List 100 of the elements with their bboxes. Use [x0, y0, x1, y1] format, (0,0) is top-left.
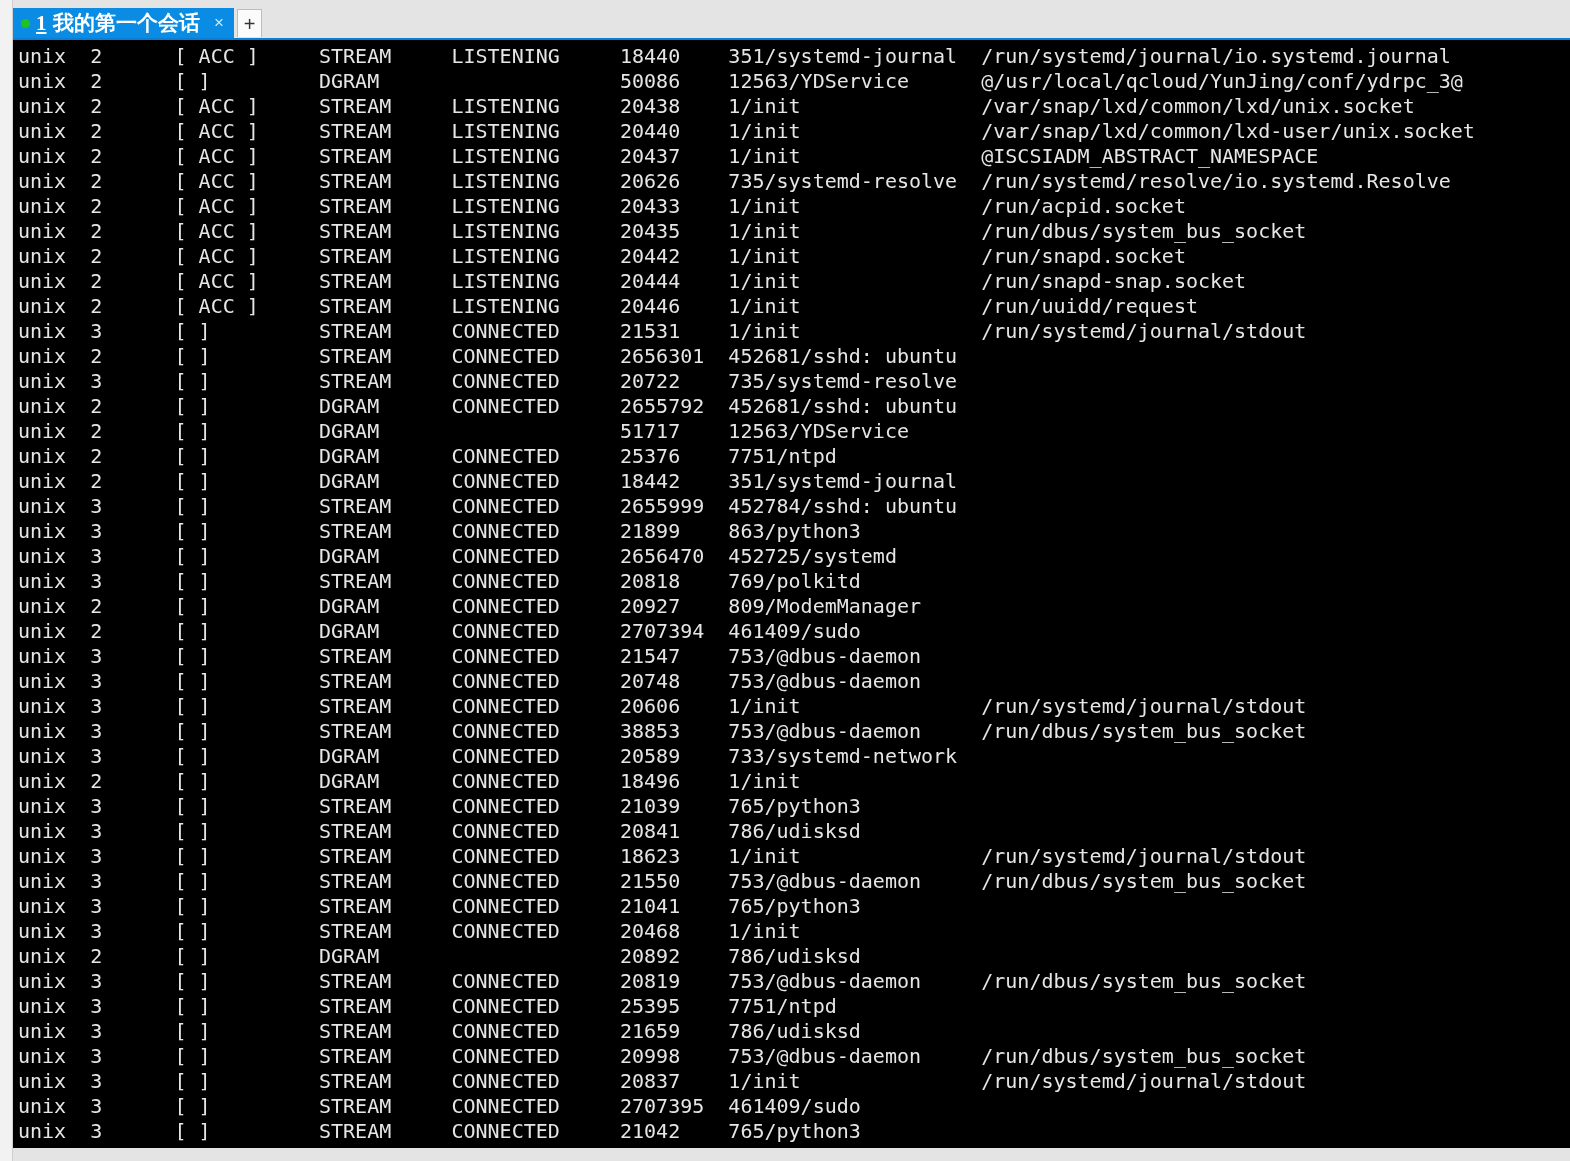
terminal-text: STREAM [319, 819, 393, 844]
terminal-text: 735/systemd-resolve [728, 369, 959, 394]
session-tab[interactable]: 1 我的第一个会话 × [13, 8, 234, 38]
terminal-text: CONNECTED [451, 1044, 561, 1069]
terminal-text: LISTENING [451, 269, 561, 294]
terminal-text: 18440 [620, 44, 682, 69]
terminal-text: 786/udisksd [728, 944, 862, 969]
terminal-text: unix [18, 219, 68, 244]
terminal-text: DGRAM [319, 944, 381, 969]
terminal-text: CONNECTED [451, 769, 561, 794]
terminal-text: 3 [90, 1019, 104, 1044]
terminal-text: 50086 [620, 69, 682, 94]
terminal-text: unix [18, 119, 68, 144]
terminal-text: LISTENING [451, 244, 561, 269]
terminal-text: 2 [90, 44, 104, 69]
terminal-text: 3 [90, 519, 104, 544]
terminal-text: [ ] [174, 594, 212, 619]
terminal-text: 21042 [620, 1119, 682, 1144]
terminal-text: 1/init [728, 244, 802, 269]
terminal-text: 452784/sshd: ubuntu [728, 494, 959, 519]
terminal-text: 863/python3 [728, 519, 862, 544]
terminal-text: LISTENING [451, 294, 561, 319]
terminal-text: [ ] [174, 644, 212, 669]
terminal-text: unix [18, 1019, 68, 1044]
terminal-text: 1/init [728, 1069, 802, 1094]
terminal-text: 20892 [620, 944, 682, 969]
terminal-text: 2 [90, 194, 104, 219]
terminal-text: 1/init [728, 844, 802, 869]
terminal-text: 20444 [620, 269, 682, 294]
terminal-text: unix [18, 569, 68, 594]
terminal-text: 12563/YDService [728, 69, 910, 94]
terminal-text: /run/dbus/system_bus_socket [981, 869, 1308, 894]
terminal-text: [ ACC ] [174, 244, 260, 269]
terminal-text: 2 [90, 94, 104, 119]
terminal-text: 20437 [620, 144, 682, 169]
terminal-text: 1/init [728, 769, 802, 794]
terminal-text: STREAM [319, 319, 393, 344]
terminal-text: 2 [90, 469, 104, 494]
terminal-text: 20626 [620, 169, 682, 194]
terminal-text: 20722 [620, 369, 682, 394]
terminal-text: unix [18, 44, 68, 69]
terminal-text: LISTENING [451, 169, 561, 194]
terminal-text: 2 [90, 119, 104, 144]
terminal-text: STREAM [319, 1094, 393, 1119]
terminal-text: STREAM [319, 519, 393, 544]
terminal-text: STREAM [319, 1119, 393, 1144]
terminal-text: [ ] [174, 919, 212, 944]
terminal-text: [ ] [174, 494, 212, 519]
terminal-text: CONNECTED [451, 1094, 561, 1119]
terminal-text: STREAM [319, 1044, 393, 1069]
terminal-text: STREAM [319, 969, 393, 994]
terminal-text: [ ACC ] [174, 294, 260, 319]
terminal-text: 18442 [620, 469, 682, 494]
terminal-text: CONNECTED [451, 919, 561, 944]
terminal-text: 7751/ntpd [728, 994, 838, 1019]
terminal-text: 1/init [728, 919, 802, 944]
terminal-text: [ ] [174, 569, 212, 594]
close-button[interactable]: × [212, 13, 226, 33]
terminal-text: [ ] [174, 969, 212, 994]
terminal-text: CONNECTED [451, 394, 561, 419]
terminal-text: 20927 [620, 594, 682, 619]
terminal-text: 351/systemd-journal [728, 44, 959, 69]
terminal-text: 20433 [620, 194, 682, 219]
terminal-text: CONNECTED [451, 694, 561, 719]
terminal-text: CONNECTED [451, 469, 561, 494]
terminal-text: unix [18, 394, 68, 419]
new-tab-button[interactable]: + [237, 9, 262, 37]
terminal-text: 786/udisksd [728, 1019, 862, 1044]
terminal-text: unix [18, 669, 68, 694]
terminal-text: [ ] [174, 869, 212, 894]
terminal-text: STREAM [319, 669, 393, 694]
terminal-text: 2 [90, 769, 104, 794]
terminal-text: unix [18, 194, 68, 219]
terminal-text: 765/python3 [728, 1119, 862, 1144]
terminal-text: [ ACC ] [174, 269, 260, 294]
terminal-text: STREAM [319, 894, 393, 919]
terminal-text: CONNECTED [451, 594, 561, 619]
terminal-text: 2 [90, 269, 104, 294]
terminal-text: 3 [90, 819, 104, 844]
terminal-text: [ ] [174, 319, 212, 344]
tab-title: 我的第一个会话 [52, 10, 201, 37]
terminal-text: CONNECTED [451, 569, 561, 594]
terminal-text: 3 [90, 1119, 104, 1144]
terminal-text: unix [18, 994, 68, 1019]
terminal-text: 3 [90, 994, 104, 1019]
terminal-text: /run/systemd/journal/stdout [981, 694, 1308, 719]
terminal-text: CONNECTED [451, 969, 561, 994]
terminal-text: DGRAM [319, 469, 381, 494]
terminal-text: 753/@dbus-daemon [728, 869, 922, 894]
terminal-text: DGRAM [319, 444, 381, 469]
terminal-text: STREAM [319, 244, 393, 269]
terminal-text: CONNECTED [451, 319, 561, 344]
terminal-text: 25395 [620, 994, 682, 1019]
terminal-text: [ ] [174, 1094, 212, 1119]
terminal-text: /run/snapd.socket [981, 244, 1187, 269]
terminal-text: LISTENING [451, 119, 561, 144]
terminal-text: 21899 [620, 519, 682, 544]
terminal-text: 2 [90, 294, 104, 319]
terminal-text: DGRAM [319, 594, 381, 619]
terminal-text: /run/snapd-snap.socket [981, 269, 1248, 294]
